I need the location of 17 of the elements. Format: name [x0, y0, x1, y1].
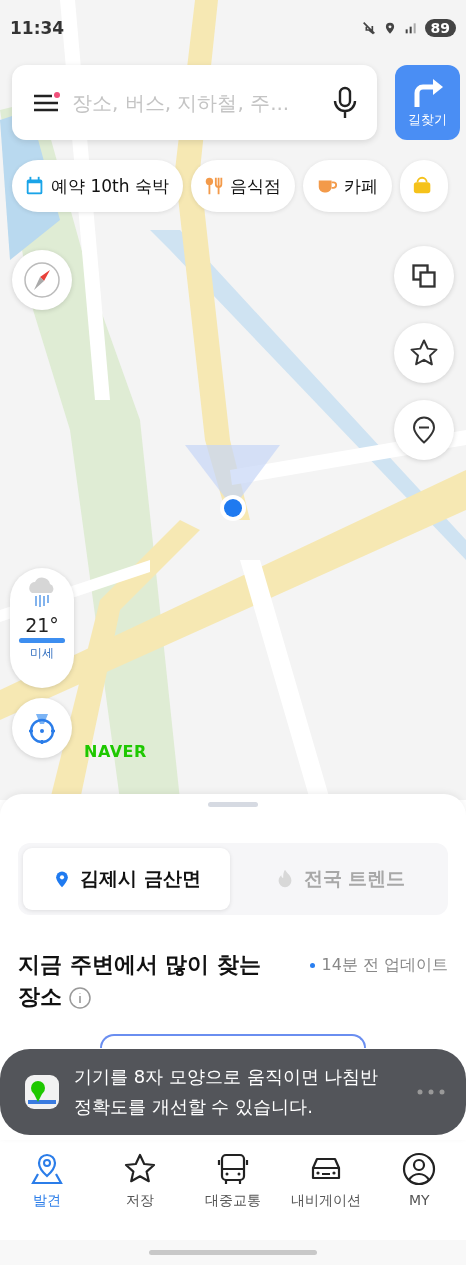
- nav-tab[interactable]: 대중교통: [188, 1152, 277, 1210]
- category-chip[interactable]: 음식점: [190, 160, 295, 212]
- map-logo: NAVER: [84, 742, 147, 761]
- nav-tab[interactable]: 발견: [2, 1152, 91, 1210]
- nav-tab[interactable]: 내비게이션: [282, 1152, 371, 1210]
- dust-label: 미세: [30, 645, 54, 662]
- temperature-text: 21°: [25, 614, 59, 636]
- area-tab[interactable]: 김제시 금산면: [23, 848, 230, 910]
- toast-text: 기기를 8자 모양으로 움직이면 나침반 정확도를 개선할 수 있습니다.: [74, 1065, 380, 1119]
- update-time: 14분 전 업데이트: [310, 955, 448, 976]
- category-chip[interactable]: 예약 10th 숙박: [12, 160, 183, 212]
- nav-tab[interactable]: 저장: [95, 1152, 184, 1210]
- search-field[interactable]: 장소, 버스, 지하철, 주...: [70, 89, 323, 116]
- section-heading: 지금 주변에서 많이 찾는 장소: [18, 951, 262, 1012]
- nav-tab[interactable]: MY: [375, 1152, 464, 1208]
- status-time: 11:34: [10, 18, 65, 38]
- weather-widget[interactable]: 21° 미세: [10, 568, 74, 688]
